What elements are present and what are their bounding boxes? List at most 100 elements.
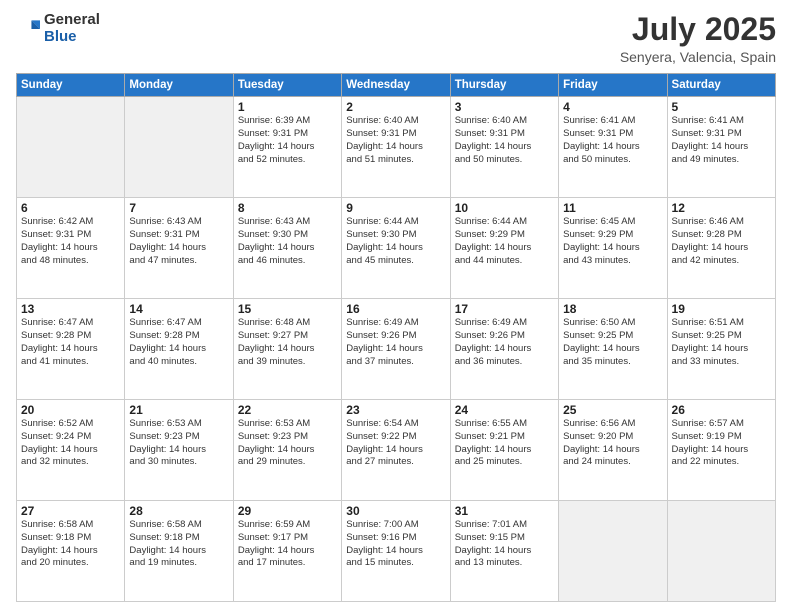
calendar-table: SundayMondayTuesdayWednesdayThursdayFrid… (16, 73, 776, 602)
calendar-day-cell: 28Sunrise: 6:58 AMSunset: 9:18 PMDayligh… (125, 501, 233, 602)
title-block: July 2025 Senyera, Valencia, Spain (620, 12, 776, 65)
day-number: 23 (346, 403, 445, 417)
calendar-body: 1Sunrise: 6:39 AMSunset: 9:31 PMDaylight… (17, 97, 776, 602)
calendar-day-cell (667, 501, 775, 602)
calendar-day-cell: 14Sunrise: 6:47 AMSunset: 9:28 PMDayligh… (125, 299, 233, 400)
calendar-day-cell: 19Sunrise: 6:51 AMSunset: 9:25 PMDayligh… (667, 299, 775, 400)
day-info: Sunrise: 6:53 AMSunset: 9:23 PMDaylight:… (238, 418, 337, 469)
day-info: Sunrise: 6:59 AMSunset: 9:17 PMDaylight:… (238, 519, 337, 570)
header-cell-saturday: Saturday (667, 74, 775, 97)
day-number: 16 (346, 302, 445, 316)
day-number: 29 (238, 504, 337, 518)
day-info: Sunrise: 6:43 AMSunset: 9:30 PMDaylight:… (238, 216, 337, 267)
calendar-day-cell: 5Sunrise: 6:41 AMSunset: 9:31 PMDaylight… (667, 97, 775, 198)
calendar-day-cell: 17Sunrise: 6:49 AMSunset: 9:26 PMDayligh… (450, 299, 558, 400)
day-number: 30 (346, 504, 445, 518)
day-number: 5 (672, 100, 771, 114)
day-info: Sunrise: 6:40 AMSunset: 9:31 PMDaylight:… (346, 115, 445, 166)
day-number: 8 (238, 201, 337, 215)
calendar-day-cell: 12Sunrise: 6:46 AMSunset: 9:28 PMDayligh… (667, 198, 775, 299)
calendar-day-cell: 27Sunrise: 6:58 AMSunset: 9:18 PMDayligh… (17, 501, 125, 602)
day-info: Sunrise: 6:51 AMSunset: 9:25 PMDaylight:… (672, 317, 771, 368)
day-number: 27 (21, 504, 120, 518)
calendar-day-cell: 24Sunrise: 6:55 AMSunset: 9:21 PMDayligh… (450, 400, 558, 501)
day-info: Sunrise: 6:50 AMSunset: 9:25 PMDaylight:… (563, 317, 662, 368)
calendar-day-cell: 1Sunrise: 6:39 AMSunset: 9:31 PMDaylight… (233, 97, 341, 198)
day-info: Sunrise: 6:52 AMSunset: 9:24 PMDaylight:… (21, 418, 120, 469)
calendar-week-row: 1Sunrise: 6:39 AMSunset: 9:31 PMDaylight… (17, 97, 776, 198)
day-info: Sunrise: 6:40 AMSunset: 9:31 PMDaylight:… (455, 115, 554, 166)
day-number: 9 (346, 201, 445, 215)
day-number: 25 (563, 403, 662, 417)
day-number: 2 (346, 100, 445, 114)
calendar-day-cell: 10Sunrise: 6:44 AMSunset: 9:29 PMDayligh… (450, 198, 558, 299)
day-info: Sunrise: 6:49 AMSunset: 9:26 PMDaylight:… (455, 317, 554, 368)
logo-general: General (44, 12, 100, 29)
day-info: Sunrise: 6:47 AMSunset: 9:28 PMDaylight:… (21, 317, 120, 368)
day-number: 20 (21, 403, 120, 417)
day-info: Sunrise: 6:45 AMSunset: 9:29 PMDaylight:… (563, 216, 662, 267)
calendar-week-row: 20Sunrise: 6:52 AMSunset: 9:24 PMDayligh… (17, 400, 776, 501)
day-info: Sunrise: 6:53 AMSunset: 9:23 PMDaylight:… (129, 418, 228, 469)
day-number: 11 (563, 201, 662, 215)
calendar-day-cell: 13Sunrise: 6:47 AMSunset: 9:28 PMDayligh… (17, 299, 125, 400)
header-row: SundayMondayTuesdayWednesdayThursdayFrid… (17, 74, 776, 97)
day-info: Sunrise: 6:58 AMSunset: 9:18 PMDaylight:… (21, 519, 120, 570)
day-info: Sunrise: 6:54 AMSunset: 9:22 PMDaylight:… (346, 418, 445, 469)
logo-icon (16, 17, 40, 41)
calendar-day-cell (125, 97, 233, 198)
day-info: Sunrise: 6:43 AMSunset: 9:31 PMDaylight:… (129, 216, 228, 267)
day-number: 21 (129, 403, 228, 417)
subtitle: Senyera, Valencia, Spain (620, 49, 776, 65)
day-number: 14 (129, 302, 228, 316)
day-number: 12 (672, 201, 771, 215)
logo-blue: Blue (44, 29, 100, 46)
day-number: 26 (672, 403, 771, 417)
calendar-day-cell: 15Sunrise: 6:48 AMSunset: 9:27 PMDayligh… (233, 299, 341, 400)
calendar-day-cell: 29Sunrise: 6:59 AMSunset: 9:17 PMDayligh… (233, 501, 341, 602)
day-info: Sunrise: 6:39 AMSunset: 9:31 PMDaylight:… (238, 115, 337, 166)
logo: General Blue (16, 12, 100, 45)
calendar-day-cell: 8Sunrise: 6:43 AMSunset: 9:30 PMDaylight… (233, 198, 341, 299)
day-number: 31 (455, 504, 554, 518)
calendar-week-row: 6Sunrise: 6:42 AMSunset: 9:31 PMDaylight… (17, 198, 776, 299)
day-info: Sunrise: 6:56 AMSunset: 9:20 PMDaylight:… (563, 418, 662, 469)
day-number: 17 (455, 302, 554, 316)
day-info: Sunrise: 7:01 AMSunset: 9:15 PMDaylight:… (455, 519, 554, 570)
day-info: Sunrise: 6:55 AMSunset: 9:21 PMDaylight:… (455, 418, 554, 469)
calendar-day-cell: 18Sunrise: 6:50 AMSunset: 9:25 PMDayligh… (559, 299, 667, 400)
calendar-day-cell: 3Sunrise: 6:40 AMSunset: 9:31 PMDaylight… (450, 97, 558, 198)
calendar-header: SundayMondayTuesdayWednesdayThursdayFrid… (17, 74, 776, 97)
calendar-day-cell: 6Sunrise: 6:42 AMSunset: 9:31 PMDaylight… (17, 198, 125, 299)
calendar-day-cell (17, 97, 125, 198)
calendar-day-cell: 11Sunrise: 6:45 AMSunset: 9:29 PMDayligh… (559, 198, 667, 299)
day-number: 15 (238, 302, 337, 316)
header-cell-tuesday: Tuesday (233, 74, 341, 97)
day-info: Sunrise: 7:00 AMSunset: 9:16 PMDaylight:… (346, 519, 445, 570)
day-info: Sunrise: 6:49 AMSunset: 9:26 PMDaylight:… (346, 317, 445, 368)
calendar-day-cell: 26Sunrise: 6:57 AMSunset: 9:19 PMDayligh… (667, 400, 775, 501)
header-cell-thursday: Thursday (450, 74, 558, 97)
day-info: Sunrise: 6:47 AMSunset: 9:28 PMDaylight:… (129, 317, 228, 368)
calendar-day-cell: 4Sunrise: 6:41 AMSunset: 9:31 PMDaylight… (559, 97, 667, 198)
header-cell-sunday: Sunday (17, 74, 125, 97)
calendar-day-cell: 25Sunrise: 6:56 AMSunset: 9:20 PMDayligh… (559, 400, 667, 501)
calendar-day-cell: 23Sunrise: 6:54 AMSunset: 9:22 PMDayligh… (342, 400, 450, 501)
day-number: 18 (563, 302, 662, 316)
main-title: July 2025 (620, 12, 776, 47)
day-number: 3 (455, 100, 554, 114)
day-info: Sunrise: 6:42 AMSunset: 9:31 PMDaylight:… (21, 216, 120, 267)
day-number: 6 (21, 201, 120, 215)
logo-text: General Blue (44, 12, 100, 45)
day-number: 28 (129, 504, 228, 518)
calendar-day-cell: 20Sunrise: 6:52 AMSunset: 9:24 PMDayligh… (17, 400, 125, 501)
header-cell-wednesday: Wednesday (342, 74, 450, 97)
calendar-day-cell (559, 501, 667, 602)
day-info: Sunrise: 6:57 AMSunset: 9:19 PMDaylight:… (672, 418, 771, 469)
calendar-day-cell: 7Sunrise: 6:43 AMSunset: 9:31 PMDaylight… (125, 198, 233, 299)
header-cell-monday: Monday (125, 74, 233, 97)
day-number: 24 (455, 403, 554, 417)
header-cell-friday: Friday (559, 74, 667, 97)
day-info: Sunrise: 6:41 AMSunset: 9:31 PMDaylight:… (563, 115, 662, 166)
calendar-day-cell: 22Sunrise: 6:53 AMSunset: 9:23 PMDayligh… (233, 400, 341, 501)
